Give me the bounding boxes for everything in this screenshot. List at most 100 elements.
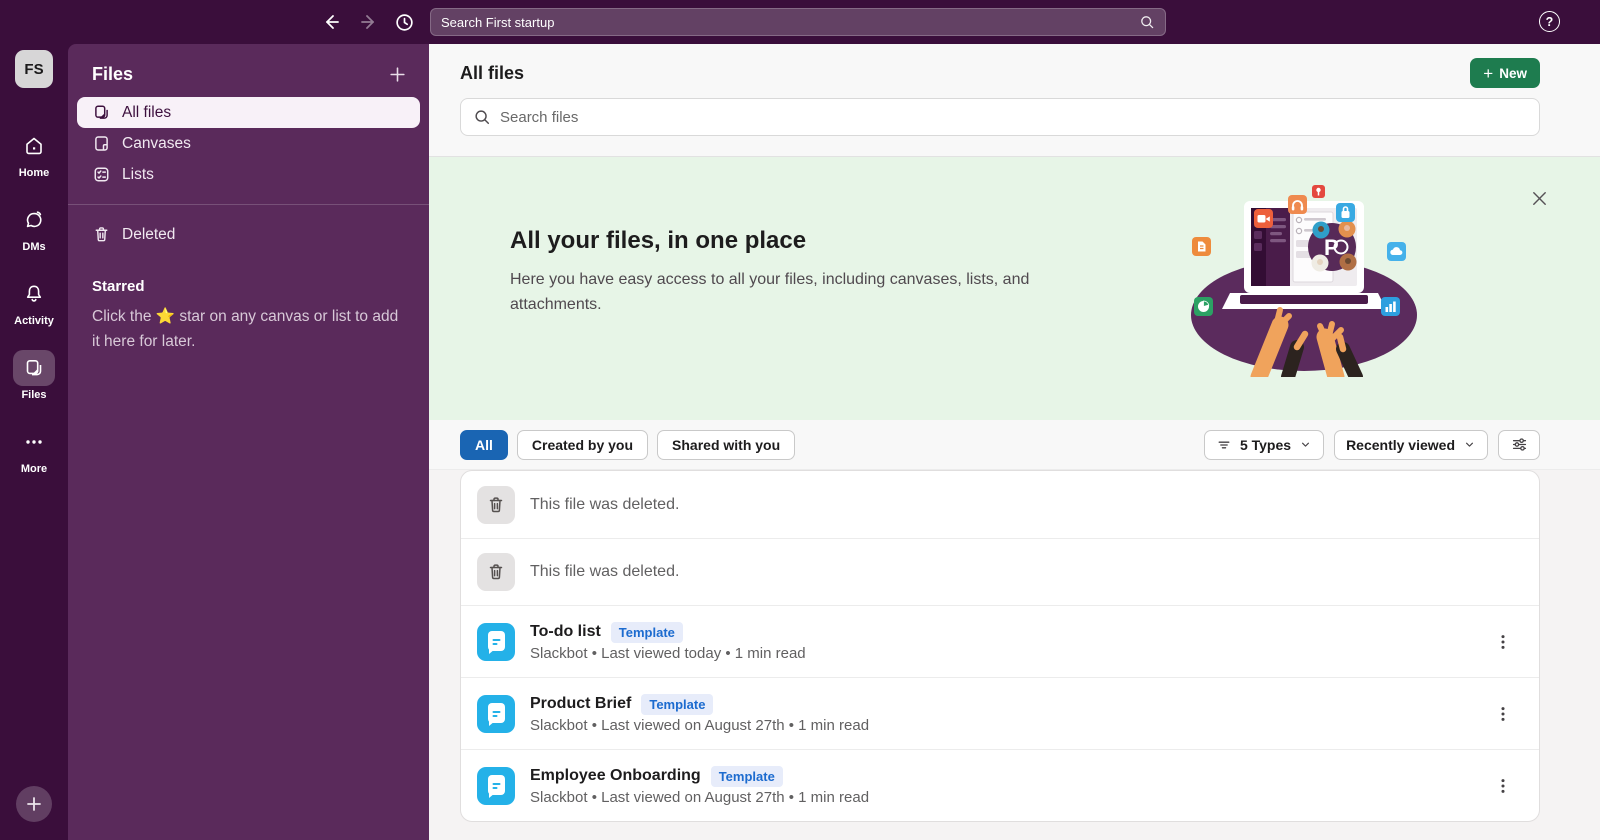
file-title: To-do list xyxy=(530,623,601,641)
deleted-file-text: This file was deleted. xyxy=(530,496,679,514)
workspace-switcher-avatar[interactable]: FS xyxy=(15,50,53,88)
starred-section: Starred Click the ⭐ star on any canvas o… xyxy=(68,250,429,355)
star-icon: ⭐ xyxy=(156,308,175,325)
files-list-area: This file was deleted. This file was del… xyxy=(429,470,1600,840)
sidebar-new-button[interactable] xyxy=(388,65,407,84)
canvases-icon xyxy=(92,134,111,153)
trash-icon xyxy=(486,495,506,515)
workspace-rail: FS Home DMs Activity Files More xyxy=(0,44,68,840)
canvas-file-icon xyxy=(477,623,515,661)
file-row-deleted-2[interactable]: This file was deleted. xyxy=(461,538,1539,605)
file-options-button[interactable] xyxy=(1493,774,1513,798)
types-filter-dropdown[interactable]: 5 Types xyxy=(1204,430,1324,460)
advanced-filters-button[interactable] xyxy=(1498,430,1540,460)
kebab-menu-icon xyxy=(1494,632,1512,652)
clock-icon xyxy=(394,12,415,33)
main-header-section: All files + New xyxy=(429,44,1600,157)
canvas-icon xyxy=(477,623,515,661)
page-title: All files xyxy=(460,63,524,84)
files-illustration: P xyxy=(1184,185,1424,377)
rail-item-activity[interactable]: Activity xyxy=(0,276,68,327)
template-badge: Template xyxy=(641,694,713,715)
sidebar-item-lists[interactable]: Lists xyxy=(77,159,420,190)
activity-bell-icon xyxy=(23,283,45,305)
filter-tab-shared-with-you[interactable]: Shared with you xyxy=(657,430,795,460)
deleted-file-icon xyxy=(477,553,515,591)
deleted-file-icon xyxy=(477,486,515,524)
slack-app-window: Search First startup ? FS Home DMs Activ… xyxy=(0,0,1600,840)
lists-icon xyxy=(92,165,111,184)
files-list-card: This file was deleted. This file was del… xyxy=(460,470,1540,822)
file-row-product-brief[interactable]: Product Brief Template Slackbot • Last v… xyxy=(461,677,1539,749)
plus-icon: + xyxy=(1483,65,1493,82)
all-files-icon xyxy=(92,103,111,122)
rail-item-dms[interactable]: DMs xyxy=(0,202,68,253)
arrow-right-icon xyxy=(358,12,378,32)
svg-text:P: P xyxy=(1324,235,1339,260)
rail-nav: Home DMs Activity Files More xyxy=(0,128,68,475)
files-icon xyxy=(23,357,45,379)
file-meta: Slackbot • Last viewed on August 27th • … xyxy=(530,717,869,734)
sidebar-title: Files xyxy=(92,64,133,85)
search-icon xyxy=(1139,14,1155,30)
file-meta: Slackbot • Last viewed on August 27th • … xyxy=(530,789,869,806)
file-title: Product Brief xyxy=(530,695,631,713)
home-icon xyxy=(23,135,45,157)
canvas-file-icon xyxy=(477,767,515,805)
history-menu-button[interactable] xyxy=(392,10,416,34)
starred-hint: Click the ⭐ star on any canvas or list t… xyxy=(92,305,405,355)
rail-item-files[interactable]: Files xyxy=(0,350,68,401)
chevron-down-icon xyxy=(1463,438,1476,451)
workspace-search-placeholder: Search First startup xyxy=(441,15,554,30)
help-button[interactable]: ? xyxy=(1539,11,1560,32)
question-mark-icon: ? xyxy=(1546,15,1554,29)
template-badge: Template xyxy=(611,622,683,643)
files-main-panel: All files + New All your files, in one p… xyxy=(429,44,1600,840)
new-file-button[interactable]: + New xyxy=(1470,58,1540,88)
banner-description: Here you have easy access to all your fi… xyxy=(510,268,1055,318)
kebab-menu-icon xyxy=(1494,704,1512,724)
file-meta: Slackbot • Last viewed today • 1 min rea… xyxy=(530,645,806,662)
canvas-icon xyxy=(477,695,515,733)
history-back-button[interactable] xyxy=(320,10,344,34)
close-icon xyxy=(1530,189,1549,208)
filter-toolbar: All Created by you Shared with you 5 Typ… xyxy=(429,420,1600,470)
template-badge: Template xyxy=(711,766,783,787)
plus-icon xyxy=(25,795,43,813)
sidebar-item-deleted[interactable]: Deleted xyxy=(77,219,420,250)
file-options-button[interactable] xyxy=(1493,702,1513,726)
banner-close-button[interactable] xyxy=(1528,187,1550,209)
files-search-input[interactable] xyxy=(500,109,1527,126)
sidebar-item-all-files[interactable]: All files xyxy=(77,97,420,128)
workspace-search-bar[interactable]: Search First startup xyxy=(430,8,1166,36)
deleted-file-text: This file was deleted. xyxy=(530,563,679,581)
sidebar-item-canvases[interactable]: Canvases xyxy=(77,128,420,159)
file-title: Employee Onboarding xyxy=(530,767,701,785)
filter-tab-created-by-you[interactable]: Created by you xyxy=(517,430,648,460)
trash-icon xyxy=(486,562,506,582)
create-new-button[interactable] xyxy=(16,786,52,822)
sliders-icon xyxy=(1511,436,1528,453)
dms-icon xyxy=(23,209,45,231)
history-forward-button[interactable] xyxy=(356,10,380,34)
filter-tab-all[interactable]: All xyxy=(460,430,508,460)
top-bar: Search First startup ? xyxy=(0,0,1600,44)
filter-lines-icon xyxy=(1216,437,1232,453)
files-intro-banner: All your files, in one place Here you ha… xyxy=(429,157,1600,420)
file-row-employee-onboarding[interactable]: Employee Onboarding Template Slackbot • … xyxy=(461,749,1539,821)
more-ellipsis-icon xyxy=(23,431,45,453)
arrow-left-icon xyxy=(322,12,342,32)
file-row-deleted-1[interactable]: This file was deleted. xyxy=(461,471,1539,538)
rail-item-more[interactable]: More xyxy=(0,424,68,475)
sidebar-divider xyxy=(68,204,429,205)
sort-dropdown[interactable]: Recently viewed xyxy=(1334,430,1488,460)
file-row-todo-list[interactable]: To-do list Template Slackbot • Last view… xyxy=(461,605,1539,677)
kebab-menu-icon xyxy=(1494,776,1512,796)
files-sidebar: Files All files Canvases Lists Deleted xyxy=(68,44,429,840)
file-options-button[interactable] xyxy=(1493,630,1513,654)
canvas-file-icon xyxy=(477,695,515,733)
plus-icon xyxy=(388,65,407,84)
search-icon xyxy=(473,108,491,126)
rail-item-home[interactable]: Home xyxy=(0,128,68,179)
banner-title: All your files, in one place xyxy=(510,227,1600,255)
